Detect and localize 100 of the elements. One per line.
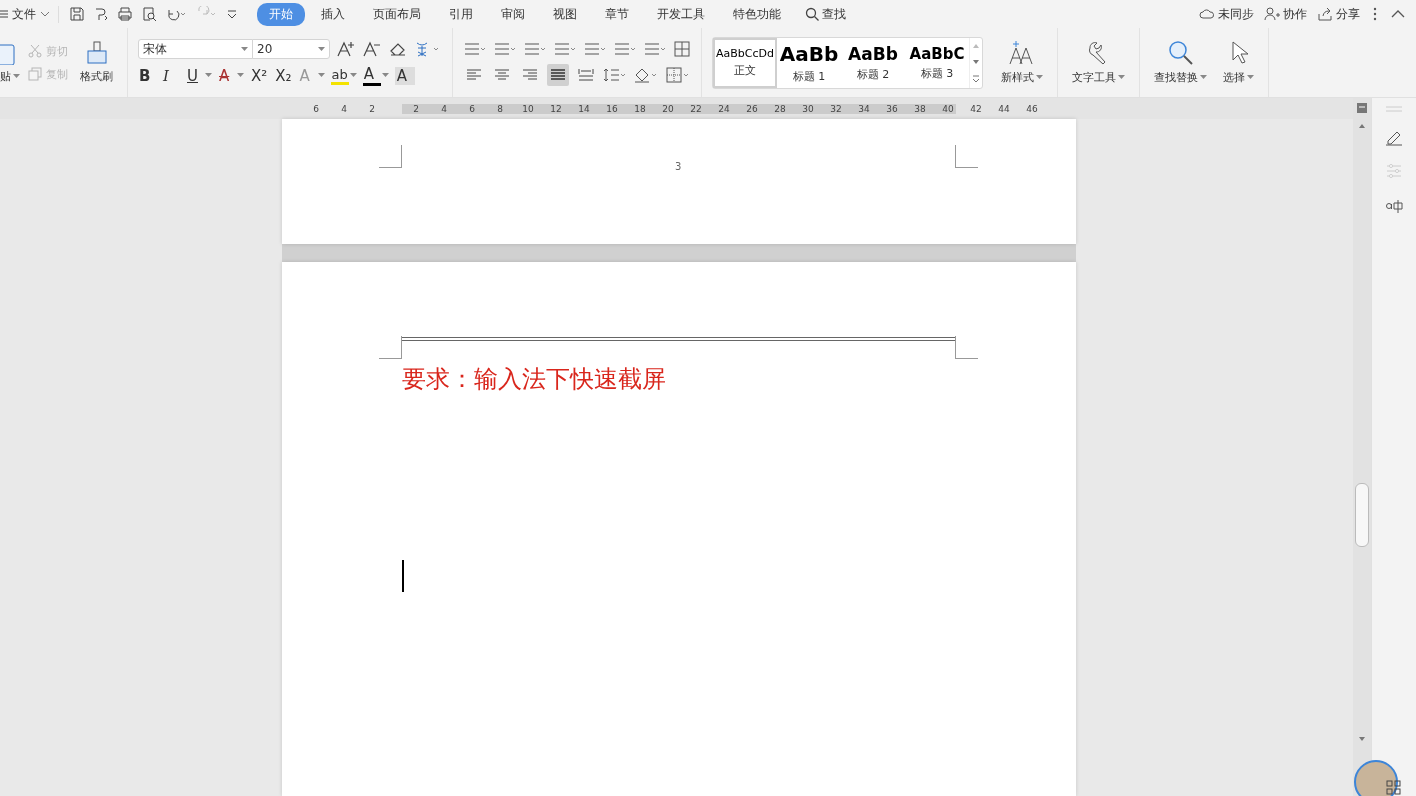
ruler-number: 40 (941, 103, 955, 114)
shrink-font-icon[interactable] (362, 40, 382, 58)
format-button[interactable]: A (362, 65, 381, 86)
format-button[interactable]: X² (250, 66, 269, 85)
share-button[interactable]: 分享 (1317, 5, 1360, 23)
ruler-number: 42 (969, 103, 983, 114)
ruler-number: 38 (913, 103, 927, 114)
ruler-number: 10 (521, 103, 535, 114)
scroll-up-icon[interactable] (1358, 122, 1366, 130)
copy-icon (28, 67, 42, 81)
margin-corner-mark (379, 336, 402, 359)
format-button[interactable]: B (138, 66, 156, 85)
ruler-number: 4 (440, 103, 448, 114)
ribbon-tab[interactable]: 页面布局 (361, 2, 433, 26)
caret-icon[interactable] (205, 73, 212, 78)
format-button[interactable]: ab (330, 66, 349, 85)
ribbon-tab[interactable]: 开发工具 (645, 2, 717, 26)
style-preset[interactable]: AaBbCcDd 正文 (713, 37, 777, 88)
margin-corner-mark (955, 145, 978, 168)
caret-icon[interactable] (349, 73, 357, 78)
caret-icon (1118, 75, 1125, 80)
sync-status[interactable]: 未同步 (1199, 5, 1254, 23)
new-style-button[interactable]: 新样式 (997, 40, 1047, 85)
style-preset[interactable]: AaBb 标题 1 (777, 37, 841, 88)
scroll-down-icon[interactable] (1358, 735, 1366, 743)
alignment-icon (494, 67, 510, 82)
ribbon-tab[interactable]: 视图 (541, 2, 589, 26)
format-button[interactable]: U (186, 66, 204, 85)
font-size-dropdown[interactable]: 20 (252, 39, 330, 59)
collab-button[interactable]: 协作 (1264, 5, 1307, 23)
ruler-number: 6 (312, 103, 320, 114)
ruler-number: 12 (549, 103, 563, 114)
format-button[interactable]: A (394, 66, 415, 85)
preview-icon[interactable] (141, 6, 157, 22)
format-button[interactable]: I (162, 66, 180, 85)
ruler-number: 30 (801, 103, 815, 114)
border-icon[interactable] (665, 65, 691, 84)
save-icon[interactable] (69, 6, 85, 22)
ribbon-tab[interactable]: 插入 (309, 2, 357, 26)
format-button[interactable]: X₂ (274, 66, 293, 85)
caret-icon (1247, 75, 1254, 80)
paste-button[interactable]: 贴 (0, 41, 20, 84)
ruler-number: 34 (857, 103, 871, 114)
ruler-number: 2 (368, 103, 376, 114)
expand-icon[interactable] (972, 75, 980, 84)
format-painter-button[interactable]: 格式刷 (76, 41, 117, 84)
caret-icon[interactable] (381, 73, 389, 78)
ruler-number: 20 (661, 103, 675, 114)
search-icon (805, 6, 820, 22)
person-plus-icon (1264, 7, 1280, 21)
caret-icon[interactable] (237, 73, 244, 78)
ruler-number: 36 (885, 103, 899, 114)
paint-brush-icon (85, 41, 108, 65)
alignment-icon (522, 67, 538, 82)
sliders-icon[interactable] (1385, 162, 1403, 180)
text-tools-button[interactable]: 文字工具 (1068, 40, 1129, 85)
print-icon[interactable] (117, 6, 133, 22)
menu-icon (0, 9, 8, 19)
text-cursor (402, 560, 404, 592)
style-preset[interactable]: AaBb 标题 2 (841, 37, 905, 88)
share-icon (1317, 7, 1333, 21)
file-menu[interactable]: 文件 (0, 5, 59, 23)
ribbon-tab[interactable]: 章节 (593, 2, 641, 26)
grow-font-icon[interactable] (336, 40, 356, 58)
scroll-thumb[interactable] (1355, 483, 1369, 547)
alignment-icon (578, 67, 594, 82)
scrollbar[interactable] (1353, 98, 1371, 796)
search-button[interactable]: 查找 (805, 5, 846, 23)
caret-icon (1200, 75, 1207, 80)
caret-icon (13, 74, 20, 79)
ruler-number: 24 (717, 103, 731, 114)
caret-icon (1036, 75, 1043, 80)
caret-icon (241, 46, 248, 52)
ruler-number: 14 (577, 103, 591, 114)
ruler-number: 28 (773, 103, 787, 114)
scissors-icon (28, 44, 42, 58)
ruler-number: 16 (605, 103, 619, 114)
magnifier-icon (1167, 40, 1194, 66)
ribbon-tab[interactable]: 审阅 (489, 2, 537, 26)
ruler-number: 26 (745, 103, 759, 114)
grid-icon[interactable] (673, 39, 691, 58)
ruler-number: 32 (829, 103, 843, 114)
ruler-number: 2 (412, 103, 420, 114)
font-name-dropdown[interactable]: 宋体 (138, 39, 253, 59)
app-grid-icon[interactable] (1386, 780, 1402, 796)
select-button[interactable]: 选择 (1219, 40, 1258, 85)
ribbon-tab[interactable]: 引用 (437, 2, 485, 26)
find-replace-button[interactable]: 查找替换 (1150, 40, 1211, 85)
style-preset[interactable]: AaBbC 标题 3 (905, 37, 969, 88)
caret-icon[interactable] (317, 73, 325, 78)
format-button[interactable]: A (218, 66, 236, 85)
caret-icon (318, 46, 325, 52)
align-button[interactable] (547, 63, 569, 86)
export-icon[interactable] (93, 6, 109, 22)
document-heading: 要求：输入法下快速截屏 (402, 364, 666, 395)
margin-corner-mark (379, 145, 402, 168)
split-icon[interactable] (1356, 102, 1368, 114)
ruler-number: 22 (689, 103, 703, 114)
ribbon-tab[interactable]: 特色功能 (721, 2, 793, 26)
ruler-number: 8 (496, 103, 504, 114)
